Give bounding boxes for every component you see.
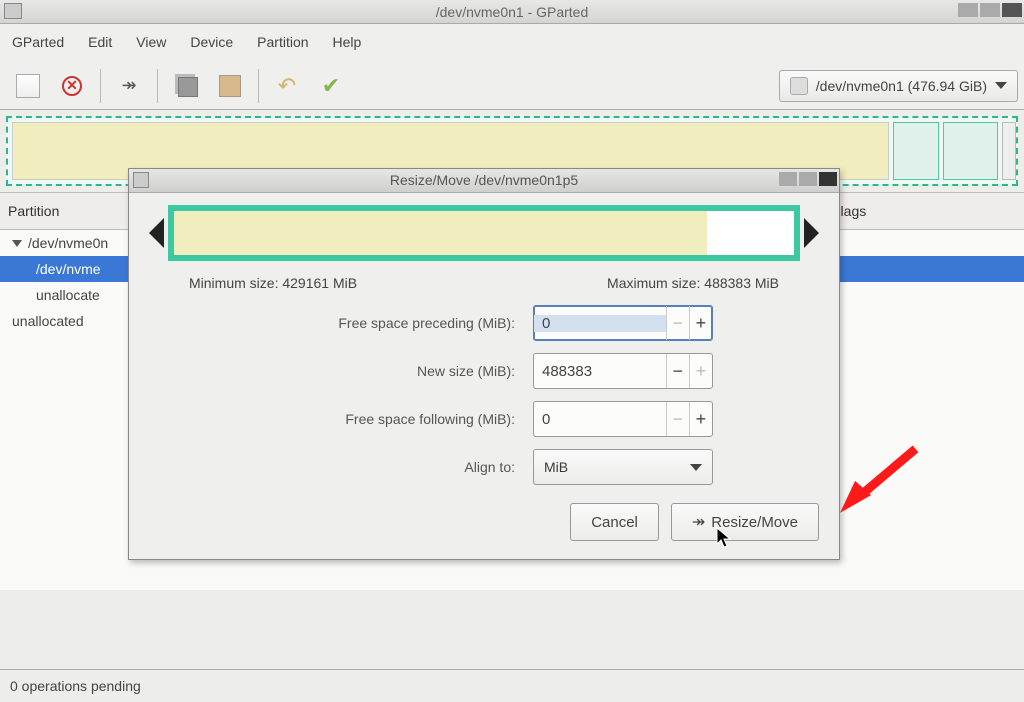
resize-handle-left-icon[interactable] [149,218,164,248]
resize-move-dialog: Resize/Move /dev/nvme0n1p5 Minimum size:… [128,168,840,560]
align-to-select[interactable]: MiB [533,449,713,485]
new-partition-button[interactable] [6,66,50,106]
menubar: GParted Edit View Device Partition Help [0,24,1024,62]
new-size-label: New size (MiB): [255,363,515,379]
partition-name: unallocate [36,287,100,303]
separator [157,69,158,103]
app-icon [133,172,149,188]
menu-partition[interactable]: Partition [245,28,320,56]
menu-gparted[interactable]: GParted [0,28,76,56]
chevron-down-icon [690,464,702,471]
hard-drive-icon [790,77,808,95]
resize-preview-used [174,211,707,255]
cancel-button[interactable]: Cancel [570,503,659,541]
spin-decrement-button[interactable]: − [666,402,689,436]
partition-name: /dev/nvme [36,261,101,277]
spin-increment-button[interactable]: + [689,354,712,388]
cancel-button-label: Cancel [591,514,638,531]
menu-device[interactable]: Device [178,28,245,56]
partition-graphic-slot[interactable] [1002,122,1016,180]
undo-button[interactable]: ↶ [265,66,309,106]
free-following-input[interactable] [534,411,666,428]
spin-decrement-button[interactable]: − [666,306,689,340]
dialog-close-button[interactable] [819,172,837,186]
resize-move-button[interactable]: ↠ [107,66,151,106]
free-preceding-spin[interactable]: − + [533,305,713,341]
window-maximize-button[interactable] [980,3,1000,17]
column-flags[interactable]: Flags [824,193,1024,229]
dialog-title: Resize/Move /dev/nvme0n1p5 [390,172,578,188]
resize-move-confirm-button[interactable]: ↠ Resize/Move [671,503,819,541]
free-following-spin[interactable]: − + [533,401,713,437]
delete-button[interactable]: ✕ [50,66,94,106]
partition-name: /dev/nvme0n [28,235,108,251]
resize-preview-bar[interactable] [149,205,819,261]
partition-graphic-rest [893,118,1016,184]
spin-increment-button[interactable]: + [689,402,712,436]
partition-flags: lba [818,235,1018,251]
maximum-size-label: Maximum size: 488383 MiB [607,275,779,291]
menu-view[interactable]: View [124,28,178,56]
separator [258,69,259,103]
new-size-spin[interactable]: − + [533,353,713,389]
free-preceding-label: Free space preceding (MiB): [255,315,515,331]
partition-name: unallocated [12,313,84,329]
window-close-button[interactable] [1002,3,1022,17]
separator [100,69,101,103]
app-icon [4,3,22,19]
resize-preview-box[interactable] [168,205,800,261]
spin-increment-button[interactable]: + [689,306,712,340]
partition-graphic-slot[interactable] [893,122,939,180]
statusbar: 0 operations pending [0,669,1024,702]
copy-button[interactable] [164,66,208,106]
align-to-label: Align to: [255,459,515,475]
new-size-input[interactable] [534,363,666,380]
resize-preview-free [707,211,794,255]
free-preceding-input[interactable] [534,315,666,332]
menu-help[interactable]: Help [321,28,374,56]
align-to-value: MiB [544,459,568,475]
window-minimize-button[interactable] [958,3,978,17]
dialog-maximize-button[interactable] [799,172,817,186]
paste-button[interactable] [208,66,252,106]
spin-decrement-button[interactable]: − [666,354,689,388]
minimum-size-label: Minimum size: 429161 MiB [189,275,357,291]
statusbar-text: 0 operations pending [10,678,141,694]
expand-caret-icon[interactable] [12,240,22,247]
partition-graphic-slot[interactable] [943,122,998,180]
apply-button[interactable]: ✔ [309,66,353,106]
toolbar: ✕ ↠ ↶ ✔ /dev/nvme0n1 (476.94 GiB) [0,62,1024,110]
dialog-minimize-button[interactable] [779,172,797,186]
resize-handle-right-icon[interactable] [804,218,819,248]
device-selector-label: /dev/nvme0n1 (476.94 GiB) [816,78,987,94]
chevron-down-icon [995,82,1007,89]
resize-icon: ↠ [692,512,705,532]
dialog-title-bar: Resize/Move /dev/nvme0n1p5 [129,169,839,193]
menu-edit[interactable]: Edit [76,28,124,56]
window-title-bar: /dev/nvme0n1 - GParted [0,0,1024,24]
window-title: /dev/nvme0n1 - GParted [436,4,589,20]
resize-button-label: Resize/Move [711,514,798,531]
free-following-label: Free space following (MiB): [255,411,515,427]
device-selector[interactable]: /dev/nvme0n1 (476.94 GiB) [779,70,1018,102]
